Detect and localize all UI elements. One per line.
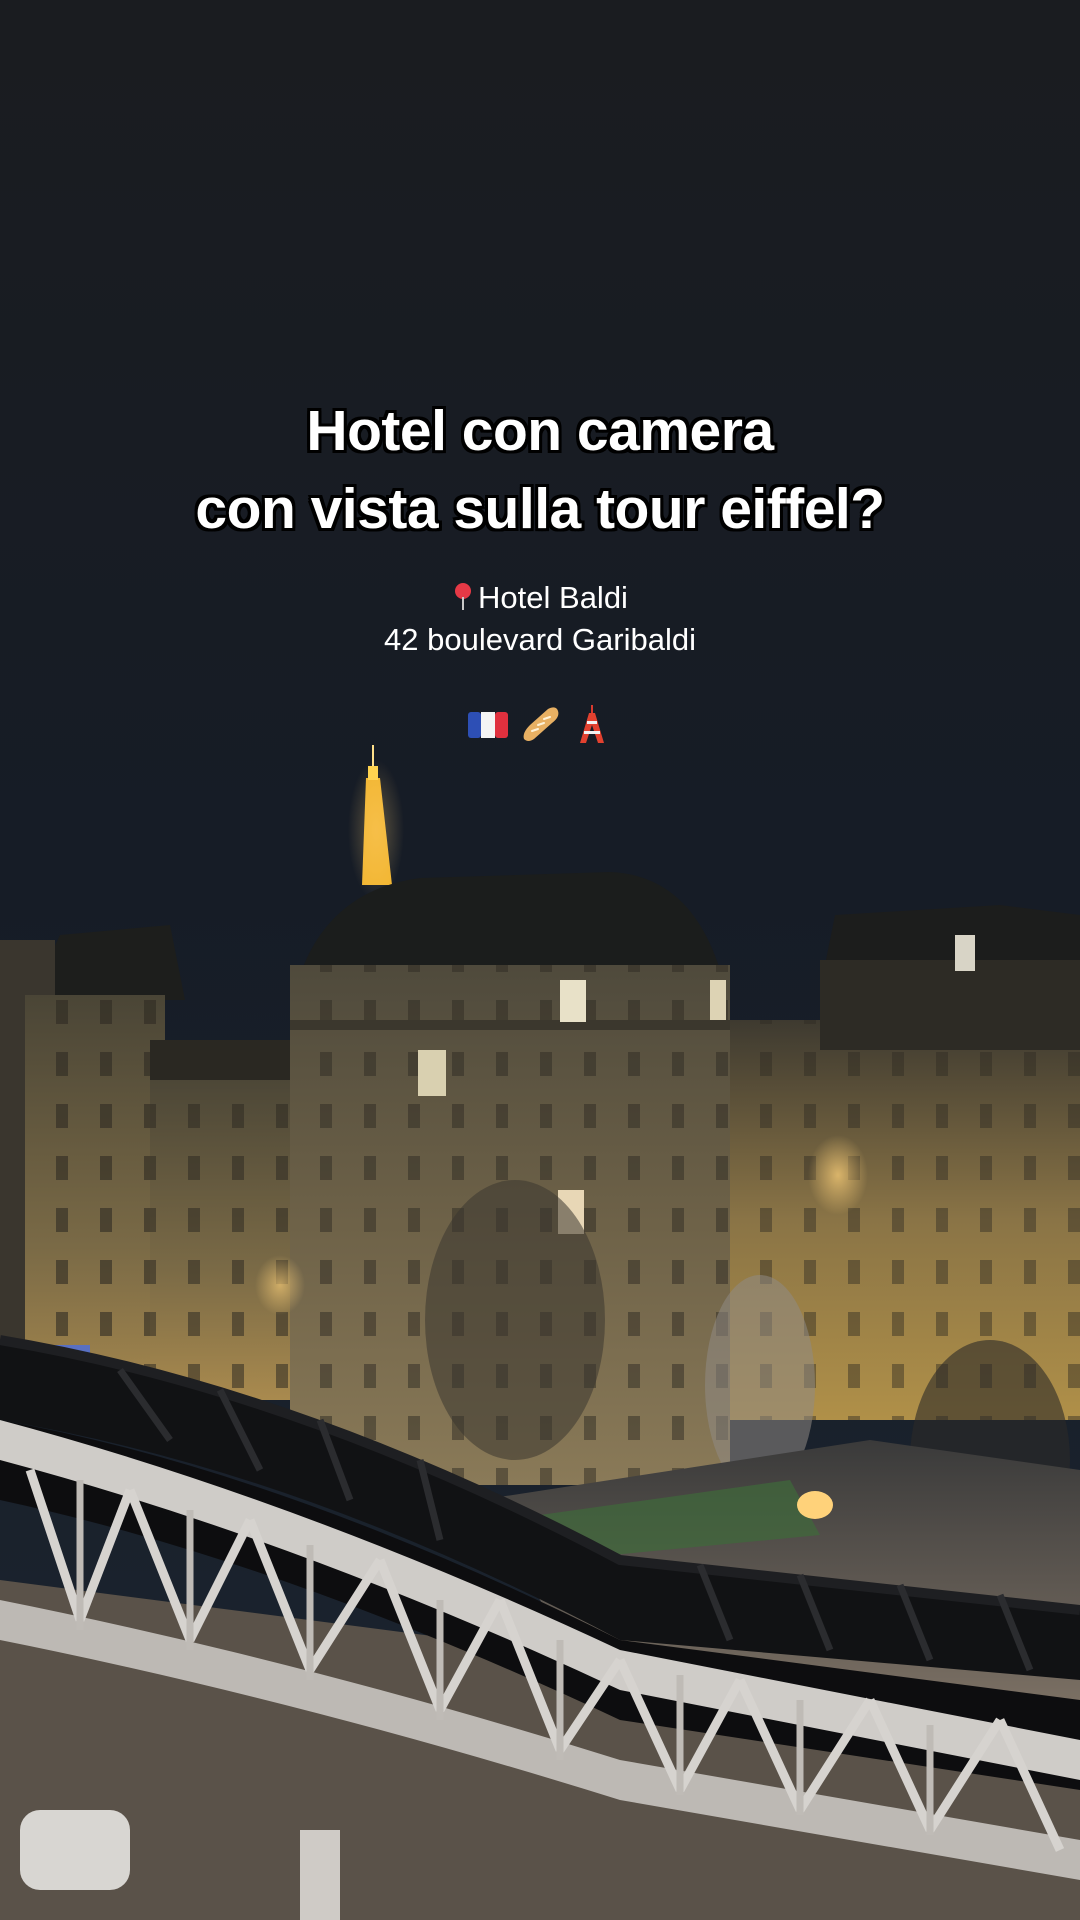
hotel-address: 42 boulevard Garibaldi bbox=[384, 622, 696, 657]
round-pushpin-icon bbox=[452, 581, 474, 611]
hotel-name: Hotel Baldi bbox=[478, 580, 628, 615]
night-photo bbox=[0, 0, 1080, 1920]
caption-headline: Hotel con camera con vista sulla tour ei… bbox=[0, 392, 1080, 548]
story-frame: Hotel con camera con vista sulla tour ei… bbox=[0, 0, 1080, 1920]
emoji-row bbox=[0, 703, 1080, 753]
baguette-icon bbox=[523, 707, 559, 741]
france-flag-icon bbox=[468, 712, 508, 738]
caption-line-2: con vista sulla tour eiffel? bbox=[195, 477, 885, 541]
hotel-name-line: Hotel Baldi bbox=[0, 577, 1080, 619]
caption-line-1: Hotel con camera bbox=[306, 399, 774, 463]
location-info: Hotel Baldi 42 boulevard Garibaldi bbox=[0, 577, 1080, 661]
tokyo-tower-icon bbox=[580, 705, 604, 743]
